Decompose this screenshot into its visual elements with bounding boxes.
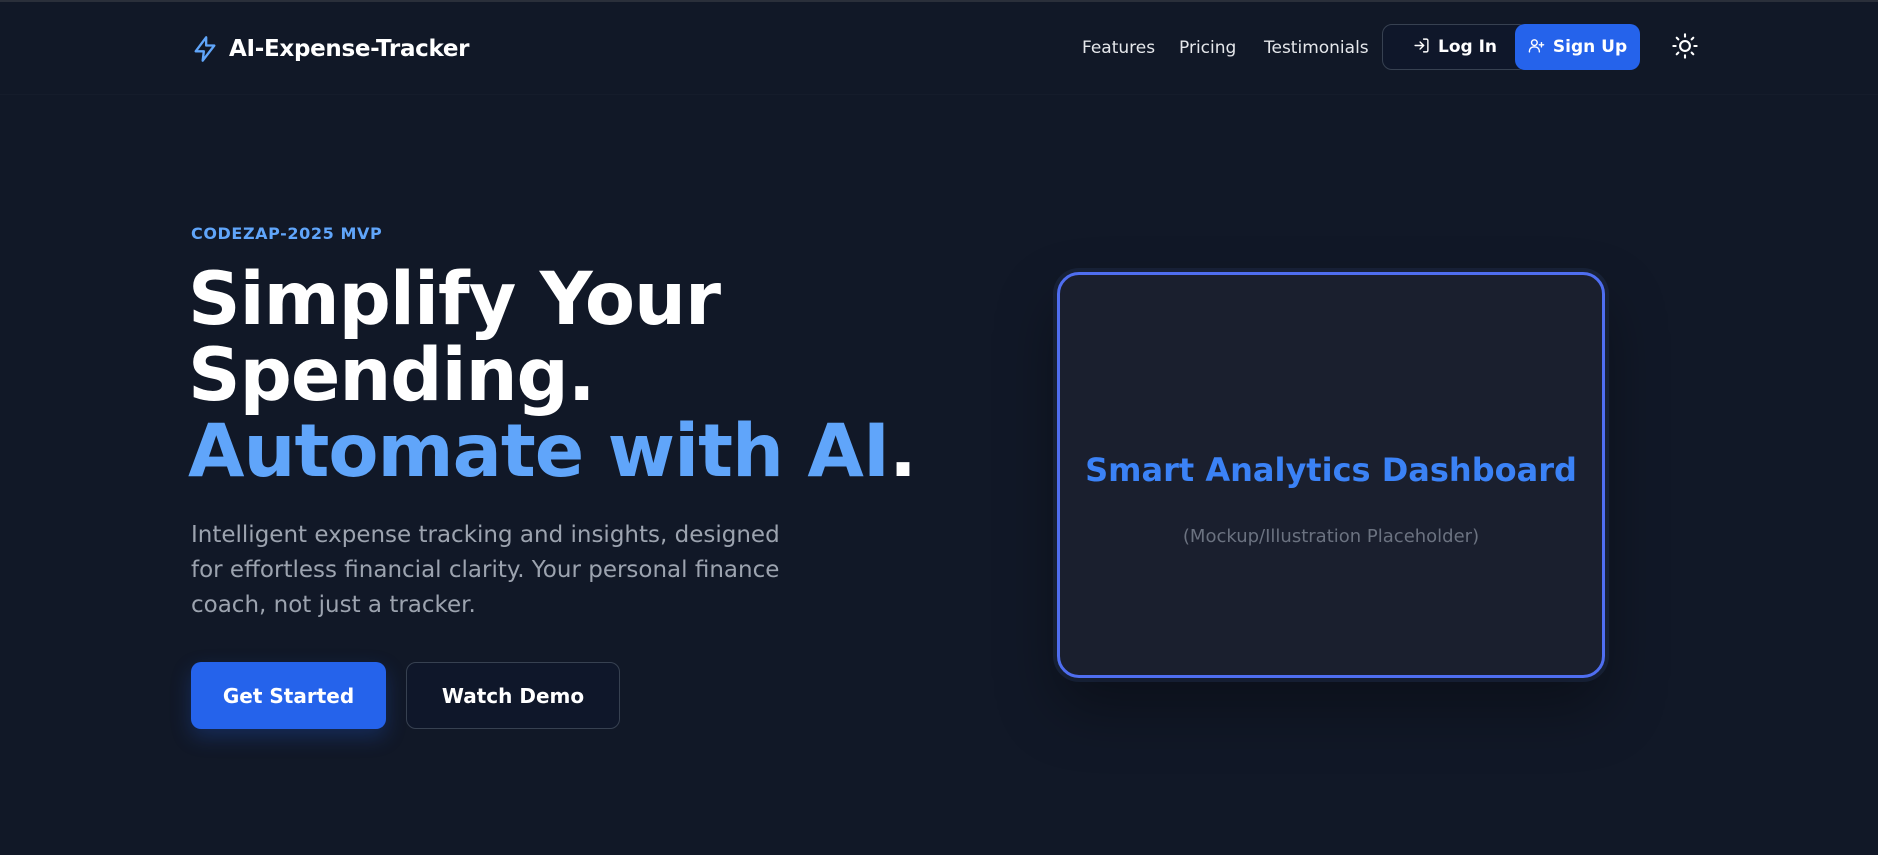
headline-period: . — [889, 409, 917, 494]
sun-icon — [1671, 32, 1699, 64]
login-button[interactable]: Log In — [1382, 24, 1528, 70]
hero-eyebrow: CODEZAP-2025 MVP — [191, 224, 383, 243]
site-header: AI-Expense-Tracker Features Pricing Test… — [0, 2, 1878, 94]
headline-accent: Automate with AI — [188, 409, 890, 494]
signup-button[interactable]: Sign Up — [1515, 24, 1640, 70]
headline-text: Simplify Your Spending. — [188, 257, 721, 418]
nav-link-features[interactable]: Features — [1082, 38, 1155, 58]
nav-link-pricing[interactable]: Pricing — [1179, 38, 1236, 58]
watch-demo-button[interactable]: Watch Demo — [406, 662, 620, 729]
main-nav: Features Pricing Testimonials Log In Sig… — [0, 24, 1878, 72]
hero-subtext: Intelligent expense tracking and insight… — [191, 522, 780, 618]
get-started-label: Get Started — [222, 683, 355, 708]
login-arrow-icon — [1413, 37, 1430, 58]
nav-link-testimonials[interactable]: Testimonials — [1264, 38, 1369, 58]
get-started-button[interactable]: Get Started — [191, 662, 386, 729]
mockup-title: Smart Analytics Dashboard — [1085, 451, 1577, 489]
dashboard-mockup-card: Smart Analytics Dashboard (Mockup/Illust… — [1057, 272, 1605, 678]
signup-label: Sign Up — [1552, 37, 1628, 57]
theme-toggle-button[interactable] — [1669, 32, 1701, 64]
mockup-subtitle: (Mockup/Illustration Placeholder) — [1182, 526, 1480, 547]
login-label: Log In — [1437, 37, 1498, 57]
user-plus-icon — [1528, 37, 1545, 58]
watch-demo-label: Watch Demo — [441, 683, 585, 708]
hero-headline: Simplify Your Spending. Automate with AI… — [188, 262, 1008, 490]
